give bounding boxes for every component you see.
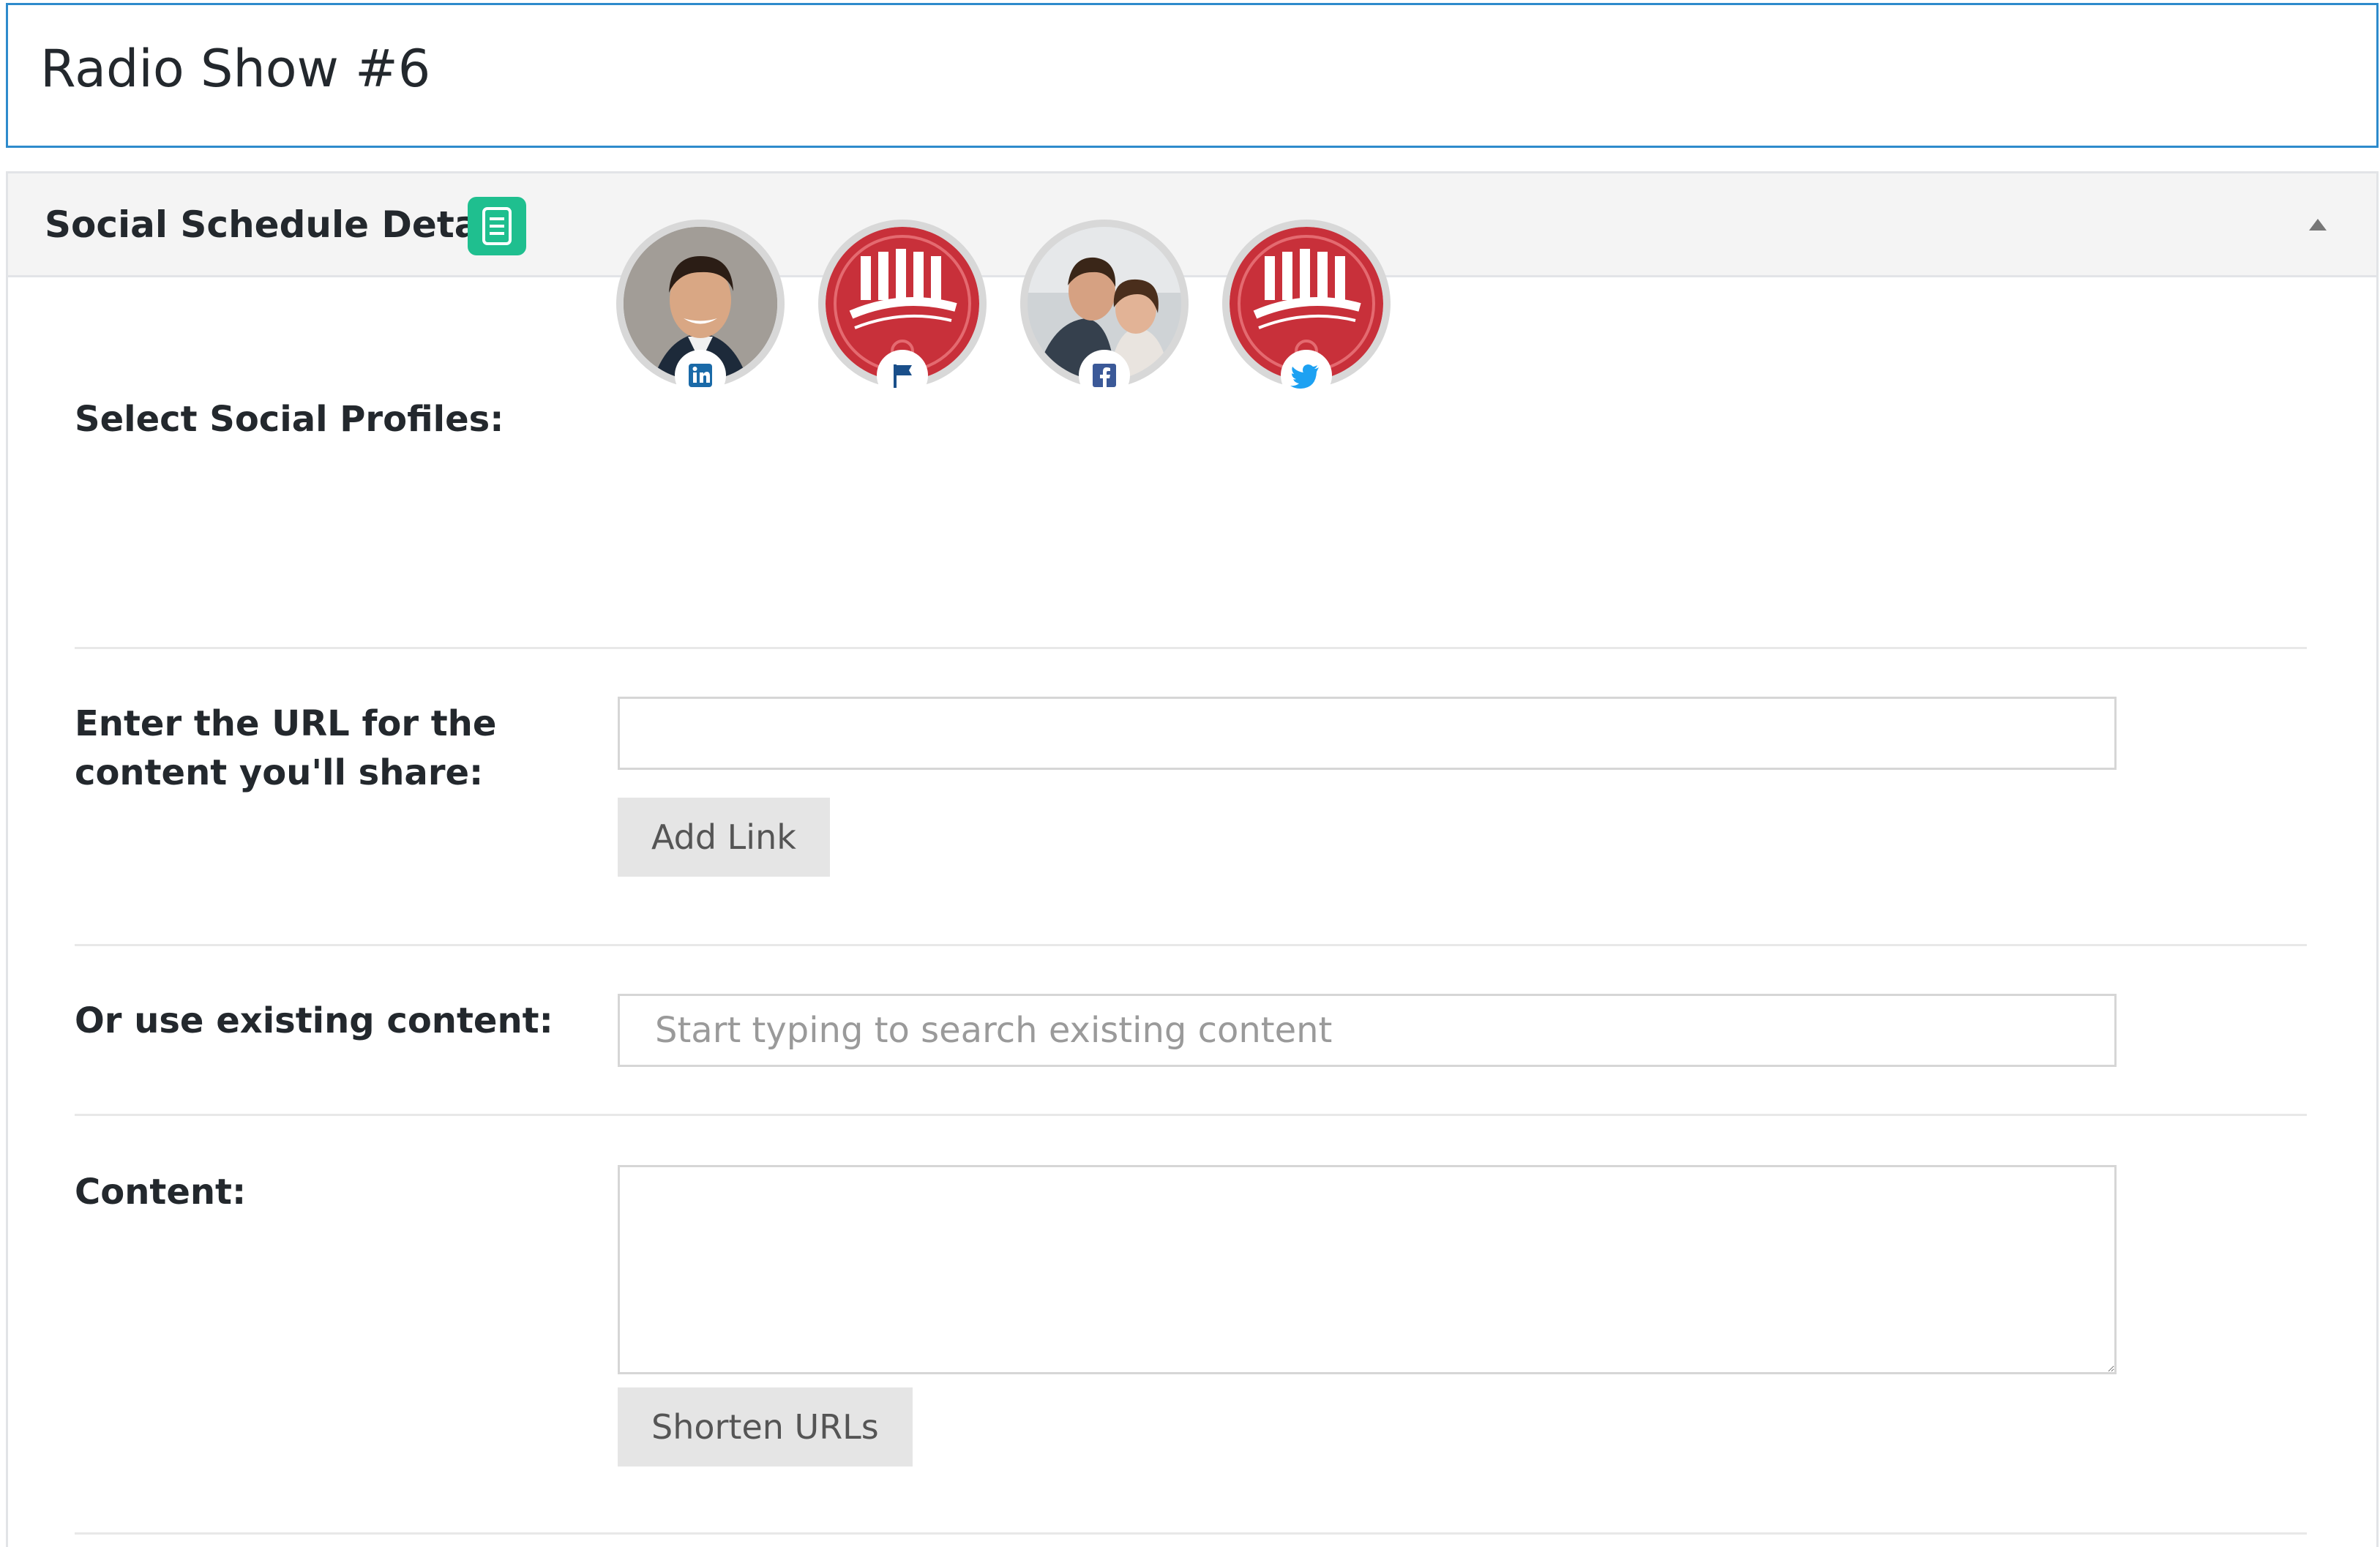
divider: [75, 1532, 2307, 1535]
profile-avatar-page[interactable]: [818, 220, 987, 401]
existing-content-search-input[interactable]: [618, 994, 2117, 1067]
profile-avatar-linkedin[interactable]: [616, 220, 785, 401]
divider: [75, 1114, 2307, 1116]
document-icon[interactable]: [468, 197, 526, 255]
social-profiles-list: [616, 220, 1494, 410]
panel-title: Social Schedule Details: [45, 203, 526, 246]
facebook-icon: [1079, 350, 1130, 401]
url-label: Enter the URL for the content you'll sha…: [75, 703, 497, 793]
content-textarea[interactable]: [618, 1165, 2117, 1374]
triangle-up-icon[interactable]: [2303, 210, 2332, 239]
profile-avatar-facebook[interactable]: [1020, 220, 1189, 401]
post-title-field[interactable]: Radio Show #6: [6, 3, 2379, 148]
add-link-button[interactable]: Add Link: [618, 798, 830, 877]
twitter-icon: [1281, 350, 1332, 401]
linkedin-icon: [675, 350, 726, 401]
divider: [75, 647, 2307, 649]
select-profiles-label: Select Social Profiles:: [75, 399, 504, 440]
existing-content-label: Or use existing content:: [75, 1000, 553, 1041]
shorten-urls-button[interactable]: Shorten URLs: [618, 1387, 913, 1467]
url-input[interactable]: [618, 697, 2117, 770]
content-label: Content:: [75, 1172, 247, 1213]
post-title-text: Radio Show #6: [40, 39, 431, 99]
divider: [75, 944, 2307, 946]
profile-avatar-twitter[interactable]: [1222, 220, 1391, 401]
flag-icon: [877, 350, 928, 401]
